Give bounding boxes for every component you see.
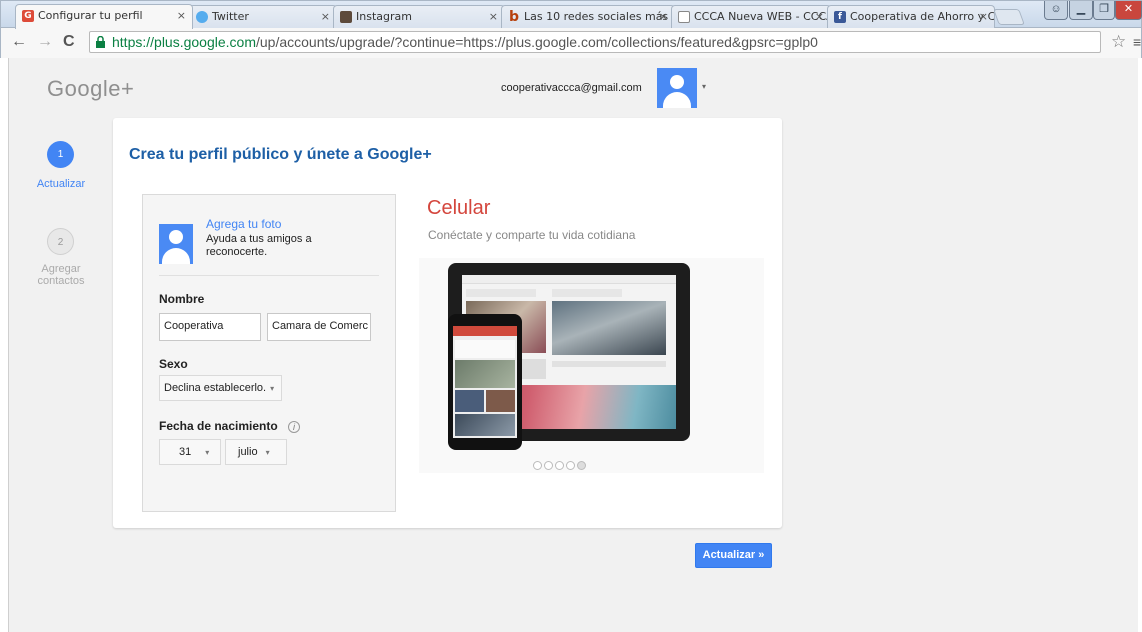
- birth-day-value: 31: [179, 446, 192, 458]
- name-label: Nombre: [159, 292, 205, 306]
- tab-label: CCCA Nueva WEB - CCCA: [694, 10, 831, 23]
- tab-close-icon[interactable]: ×: [979, 10, 988, 23]
- url-scheme: https://: [112, 34, 155, 50]
- step-1-indicator: 1: [47, 141, 74, 168]
- promo-subtitle: Conéctate y comparte tu vida cotidiana: [428, 228, 636, 242]
- maximize-button[interactable]: ❐: [1093, 1, 1115, 20]
- birth-day-select[interactable]: 31 ▾: [159, 439, 221, 465]
- account-avatar[interactable]: [657, 68, 697, 108]
- step-2-label: Agregar contactos: [37, 263, 85, 287]
- tab-close-icon[interactable]: ×: [659, 10, 668, 23]
- tab-close-icon[interactable]: ×: [489, 10, 498, 23]
- chevron-down-icon: ▾: [205, 447, 210, 457]
- address-bar[interactable]: https://plus.google.com/up/accounts/upgr…: [89, 31, 1101, 53]
- first-name-field[interactable]: Cooperativa: [159, 313, 261, 341]
- post-text-shape: [552, 361, 666, 367]
- google-plus-favicon-icon: G: [22, 10, 34, 22]
- phone-illustration: [448, 314, 522, 450]
- profile-photo-placeholder[interactable]: [159, 224, 193, 264]
- tab-close-icon[interactable]: ×: [815, 10, 824, 23]
- carousel-dot[interactable]: [555, 461, 564, 470]
- url-host: plus.google.com: [154, 34, 256, 50]
- add-photo-description: Ayuda a tus amigos a reconocerte.: [206, 233, 312, 258]
- tablet-photo-jump: [552, 301, 666, 355]
- phone-post-header-shape: [455, 340, 515, 358]
- avatar-body-shape: [663, 92, 691, 108]
- chevron-down-icon: ▾: [265, 447, 270, 457]
- info-icon[interactable]: i: [288, 421, 300, 433]
- instagram-favicon-icon: [340, 11, 352, 23]
- url-path: /up/accounts/upgrade/?continue=https://p…: [255, 34, 818, 50]
- tablet-app-bar: [462, 275, 676, 284]
- photo-body-shape: [162, 248, 190, 264]
- tab-label: Cooperativa de Ahorro y C: [850, 10, 995, 23]
- tab-ccca[interactable]: CCCA Nueva WEB - CCCA ×: [671, 5, 831, 28]
- avatar-head-shape: [670, 75, 684, 89]
- phone-screen: [453, 326, 517, 438]
- page-title: Crea tu perfil público y únete a Google+: [129, 146, 432, 163]
- tab-label: Las 10 redes sociales más: [524, 10, 669, 23]
- phone-photo-1: [455, 360, 515, 388]
- tab-close-icon[interactable]: ×: [321, 10, 330, 23]
- b-favicon-icon: b: [508, 9, 520, 25]
- account-menu-caret-icon[interactable]: ▾: [702, 82, 706, 91]
- phone-photo-2: [455, 390, 484, 412]
- tab-label: Instagram: [356, 10, 412, 23]
- account-email: cooperativaccca@gmail.com: [501, 82, 642, 94]
- birth-month-select[interactable]: julio ▾: [225, 439, 287, 465]
- gender-label: Sexo: [159, 357, 188, 371]
- phone-photo-3: [486, 390, 515, 412]
- reload-icon[interactable]: C: [63, 33, 75, 51]
- post-header-shape: [466, 289, 536, 297]
- google-plus-logo[interactable]: Google+: [47, 76, 134, 102]
- new-tab-button[interactable]: [993, 9, 1025, 25]
- carousel-dot[interactable]: [544, 461, 553, 470]
- promo-title: Celular: [427, 197, 491, 219]
- twitter-favicon-icon: [196, 11, 208, 23]
- phone-photo-4: [455, 414, 515, 436]
- profile-card: Crea tu perfil público y únete a Google+…: [113, 118, 782, 528]
- carousel-dots: [533, 457, 588, 475]
- back-icon[interactable]: ←: [11, 33, 27, 51]
- tab-twitter[interactable]: Twitter ×: [189, 5, 337, 28]
- browser-window: G Configurar tu perfil × Twitter × Insta…: [0, 0, 1142, 58]
- tab-label: Twitter: [212, 10, 249, 23]
- page-favicon-icon: [678, 11, 690, 23]
- menu-icon[interactable]: ≡: [1133, 34, 1141, 50]
- tab-close-icon[interactable]: ×: [177, 9, 186, 22]
- gender-select[interactable]: Declina establecerlo. ▾: [159, 375, 282, 401]
- tab-instagram[interactable]: Instagram ×: [333, 5, 505, 28]
- tab-cooperativa-facebook[interactable]: f Cooperativa de Ahorro y C ×: [827, 5, 995, 28]
- page-content: Google+ cooperativaccca@gmail.com ▾ 1 Ac…: [8, 58, 1138, 632]
- carousel-dot[interactable]: [566, 461, 575, 470]
- birthdate-label: Fecha de nacimiento: [159, 419, 278, 433]
- tab-strip: G Configurar tu perfil × Twitter × Insta…: [1, 1, 1142, 29]
- forward-icon[interactable]: →: [37, 33, 53, 51]
- close-window-button[interactable]: ✕: [1115, 1, 1142, 20]
- toolbar: ← → C https://plus.google.com/up/account…: [1, 28, 1141, 58]
- post-header-shape: [552, 289, 622, 297]
- add-photo-link[interactable]: Agrega tu foto: [206, 217, 281, 231]
- facebook-favicon-icon: f: [834, 11, 846, 23]
- tab-label: Configurar tu perfil: [38, 9, 143, 22]
- birth-month-value: julio: [238, 446, 258, 458]
- carousel-dot[interactable]: [533, 461, 542, 470]
- photo-head-shape: [169, 230, 183, 244]
- step-1-label: Actualizar: [36, 178, 86, 190]
- step-2-indicator: 2: [47, 228, 74, 255]
- minimize-button[interactable]: ▁: [1069, 1, 1093, 20]
- phone-app-bar: [453, 326, 517, 336]
- tab-configurar-perfil[interactable]: G Configurar tu perfil ×: [15, 4, 193, 29]
- profile-icon[interactable]: ☺: [1044, 1, 1068, 20]
- divider: [159, 275, 379, 276]
- bookmark-star-icon[interactable]: ☆: [1111, 32, 1126, 52]
- update-button[interactable]: Actualizar »: [695, 543, 772, 568]
- tab-redes-sociales[interactable]: b Las 10 redes sociales más ×: [501, 5, 675, 28]
- gender-value: Declina establecerlo.: [164, 382, 267, 394]
- last-name-field[interactable]: Camara de Comerc: [267, 313, 371, 341]
- chevron-down-icon: ▾: [270, 383, 275, 393]
- profile-form: Agrega tu foto Ayuda a tus amigos a reco…: [142, 194, 396, 512]
- carousel-dot-active[interactable]: [577, 461, 586, 470]
- lock-icon: [96, 36, 105, 48]
